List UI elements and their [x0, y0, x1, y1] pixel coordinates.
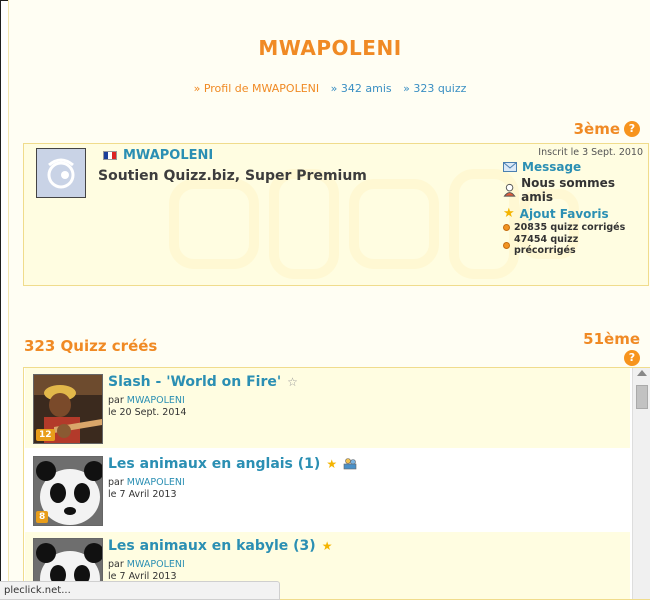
scroll-up-arrow-icon[interactable]: [637, 370, 647, 376]
difficulty-badge: 12: [36, 429, 55, 441]
star-icon: ★: [503, 206, 515, 221]
status-bar: pleclick.net...: [0, 581, 280, 600]
quiz-title[interactable]: Les animaux en kabyle (3) ★: [108, 538, 332, 554]
quiz-title[interactable]: Slash - 'World on Fire' ☆: [108, 374, 298, 390]
quiz-link[interactable]: » 323 quizz: [403, 82, 466, 95]
favorite-button[interactable]: ★ Ajout Favoris: [503, 206, 643, 221]
flag-france-icon: [103, 151, 117, 160]
page-content: MWAPOLENI » Profil de MWAPOLENI » 342 am…: [8, 0, 650, 600]
quiz-title-label[interactable]: Slash - 'World on Fire': [108, 374, 281, 390]
quiz-author-link[interactable]: MWAPOLENI: [127, 395, 185, 406]
difficulty-badge: 8: [36, 511, 49, 523]
quiz-author: par MWAPOLENI: [108, 477, 185, 488]
star-icon[interactable]: ★: [326, 457, 337, 471]
friends-status-label: Nous sommes amis: [521, 176, 615, 204]
bullet-icon: [503, 241, 510, 249]
quiz-title[interactable]: Les animaux en anglais (1) ★: [108, 456, 357, 472]
quiz-rank: 51ème ?: [583, 330, 640, 366]
profile-subtitle: Soutien Quizz.biz, Super Premium: [98, 168, 367, 184]
users-icon: [343, 458, 357, 470]
user-icon: [503, 183, 516, 197]
question-mark-icon[interactable]: ?: [624, 121, 640, 137]
message-button[interactable]: Message: [503, 160, 643, 174]
stat-corrected: 20835 quizz corrigés: [503, 222, 643, 233]
quiz-list[interactable]: 12 Slash - 'World on Fire' ☆ par MWAPOLE…: [23, 367, 650, 600]
username-label[interactable]: MWAPOLENI: [123, 148, 213, 163]
profile-rank-label: 3ème: [573, 120, 620, 138]
scrollbar-thumb[interactable]: [636, 385, 648, 409]
quiz-author-prefix: par: [108, 559, 124, 570]
quiz-author: par MWAPOLENI: [108, 395, 185, 406]
star-icon[interactable]: ★: [322, 539, 333, 553]
stat-corrected-label: 20835 quizz corrigés: [514, 222, 626, 233]
friends-status: Nous sommes amis: [503, 176, 643, 204]
quiz-thumbnail[interactable]: 8: [33, 456, 103, 526]
friends-link[interactable]: » 342 amis: [331, 82, 392, 95]
quiz-date: le 20 Sept. 2014: [108, 407, 187, 418]
quiz-author-prefix: par: [108, 477, 124, 488]
profile-username: MWAPOLENI: [103, 148, 213, 163]
quiz-date: le 7 Avril 2013: [108, 489, 177, 500]
question-mark-icon[interactable]: ?: [624, 350, 640, 366]
profile-link[interactable]: » Profil de MWAPOLENI: [194, 82, 320, 95]
quiz-title-label[interactable]: Les animaux en anglais (1): [108, 456, 320, 472]
quiz-section-title: 323 Quizz créés: [24, 337, 158, 355]
list-item[interactable]: 12 Slash - 'World on Fire' ☆ par MWAPOLE…: [25, 368, 630, 448]
quiz-author-prefix: par: [108, 395, 124, 406]
profile-actions: Inscrit le 3 Sept. 2010 Message Nous som…: [503, 147, 643, 256]
page-title: MWAPOLENI: [258, 36, 402, 60]
profile-card: MWAPOLENI Soutien Quizz.biz, Super Premi…: [23, 143, 649, 286]
list-scrollbar[interactable]: [632, 368, 650, 599]
avatar[interactable]: [36, 148, 86, 198]
bullet-icon: [503, 224, 510, 231]
list-item[interactable]: 8 Les animaux en anglais (1) ★ par MWAPO…: [25, 450, 630, 530]
favorite-label: Ajout Favoris: [519, 206, 609, 221]
quiz-rank-label: 51ème: [583, 330, 640, 348]
avatar-icon: [47, 158, 75, 189]
profile-rank: 3ème ?: [574, 120, 640, 138]
quiz-author-link[interactable]: MWAPOLENI: [127, 477, 185, 488]
quiz-author: par MWAPOLENI: [108, 559, 185, 570]
message-label: Message: [522, 160, 582, 174]
stat-precorrected: 47454 quizz précorrigés: [503, 234, 643, 256]
profile-nav: » Profil de MWAPOLENI » 342 amis » 323 q…: [9, 82, 650, 95]
stat-precorrected-label: 47454 quizz précorrigés: [514, 234, 579, 256]
quiz-thumbnail[interactable]: 12: [33, 374, 103, 444]
quiz-title-label[interactable]: Les animaux en kabyle (3): [108, 538, 316, 554]
member-since: Inscrit le 3 Sept. 2010: [538, 147, 643, 158]
star-outline-icon[interactable]: ☆: [287, 375, 298, 389]
envelope-icon: [503, 162, 517, 172]
quiz-author-link[interactable]: MWAPOLENI: [127, 559, 185, 570]
